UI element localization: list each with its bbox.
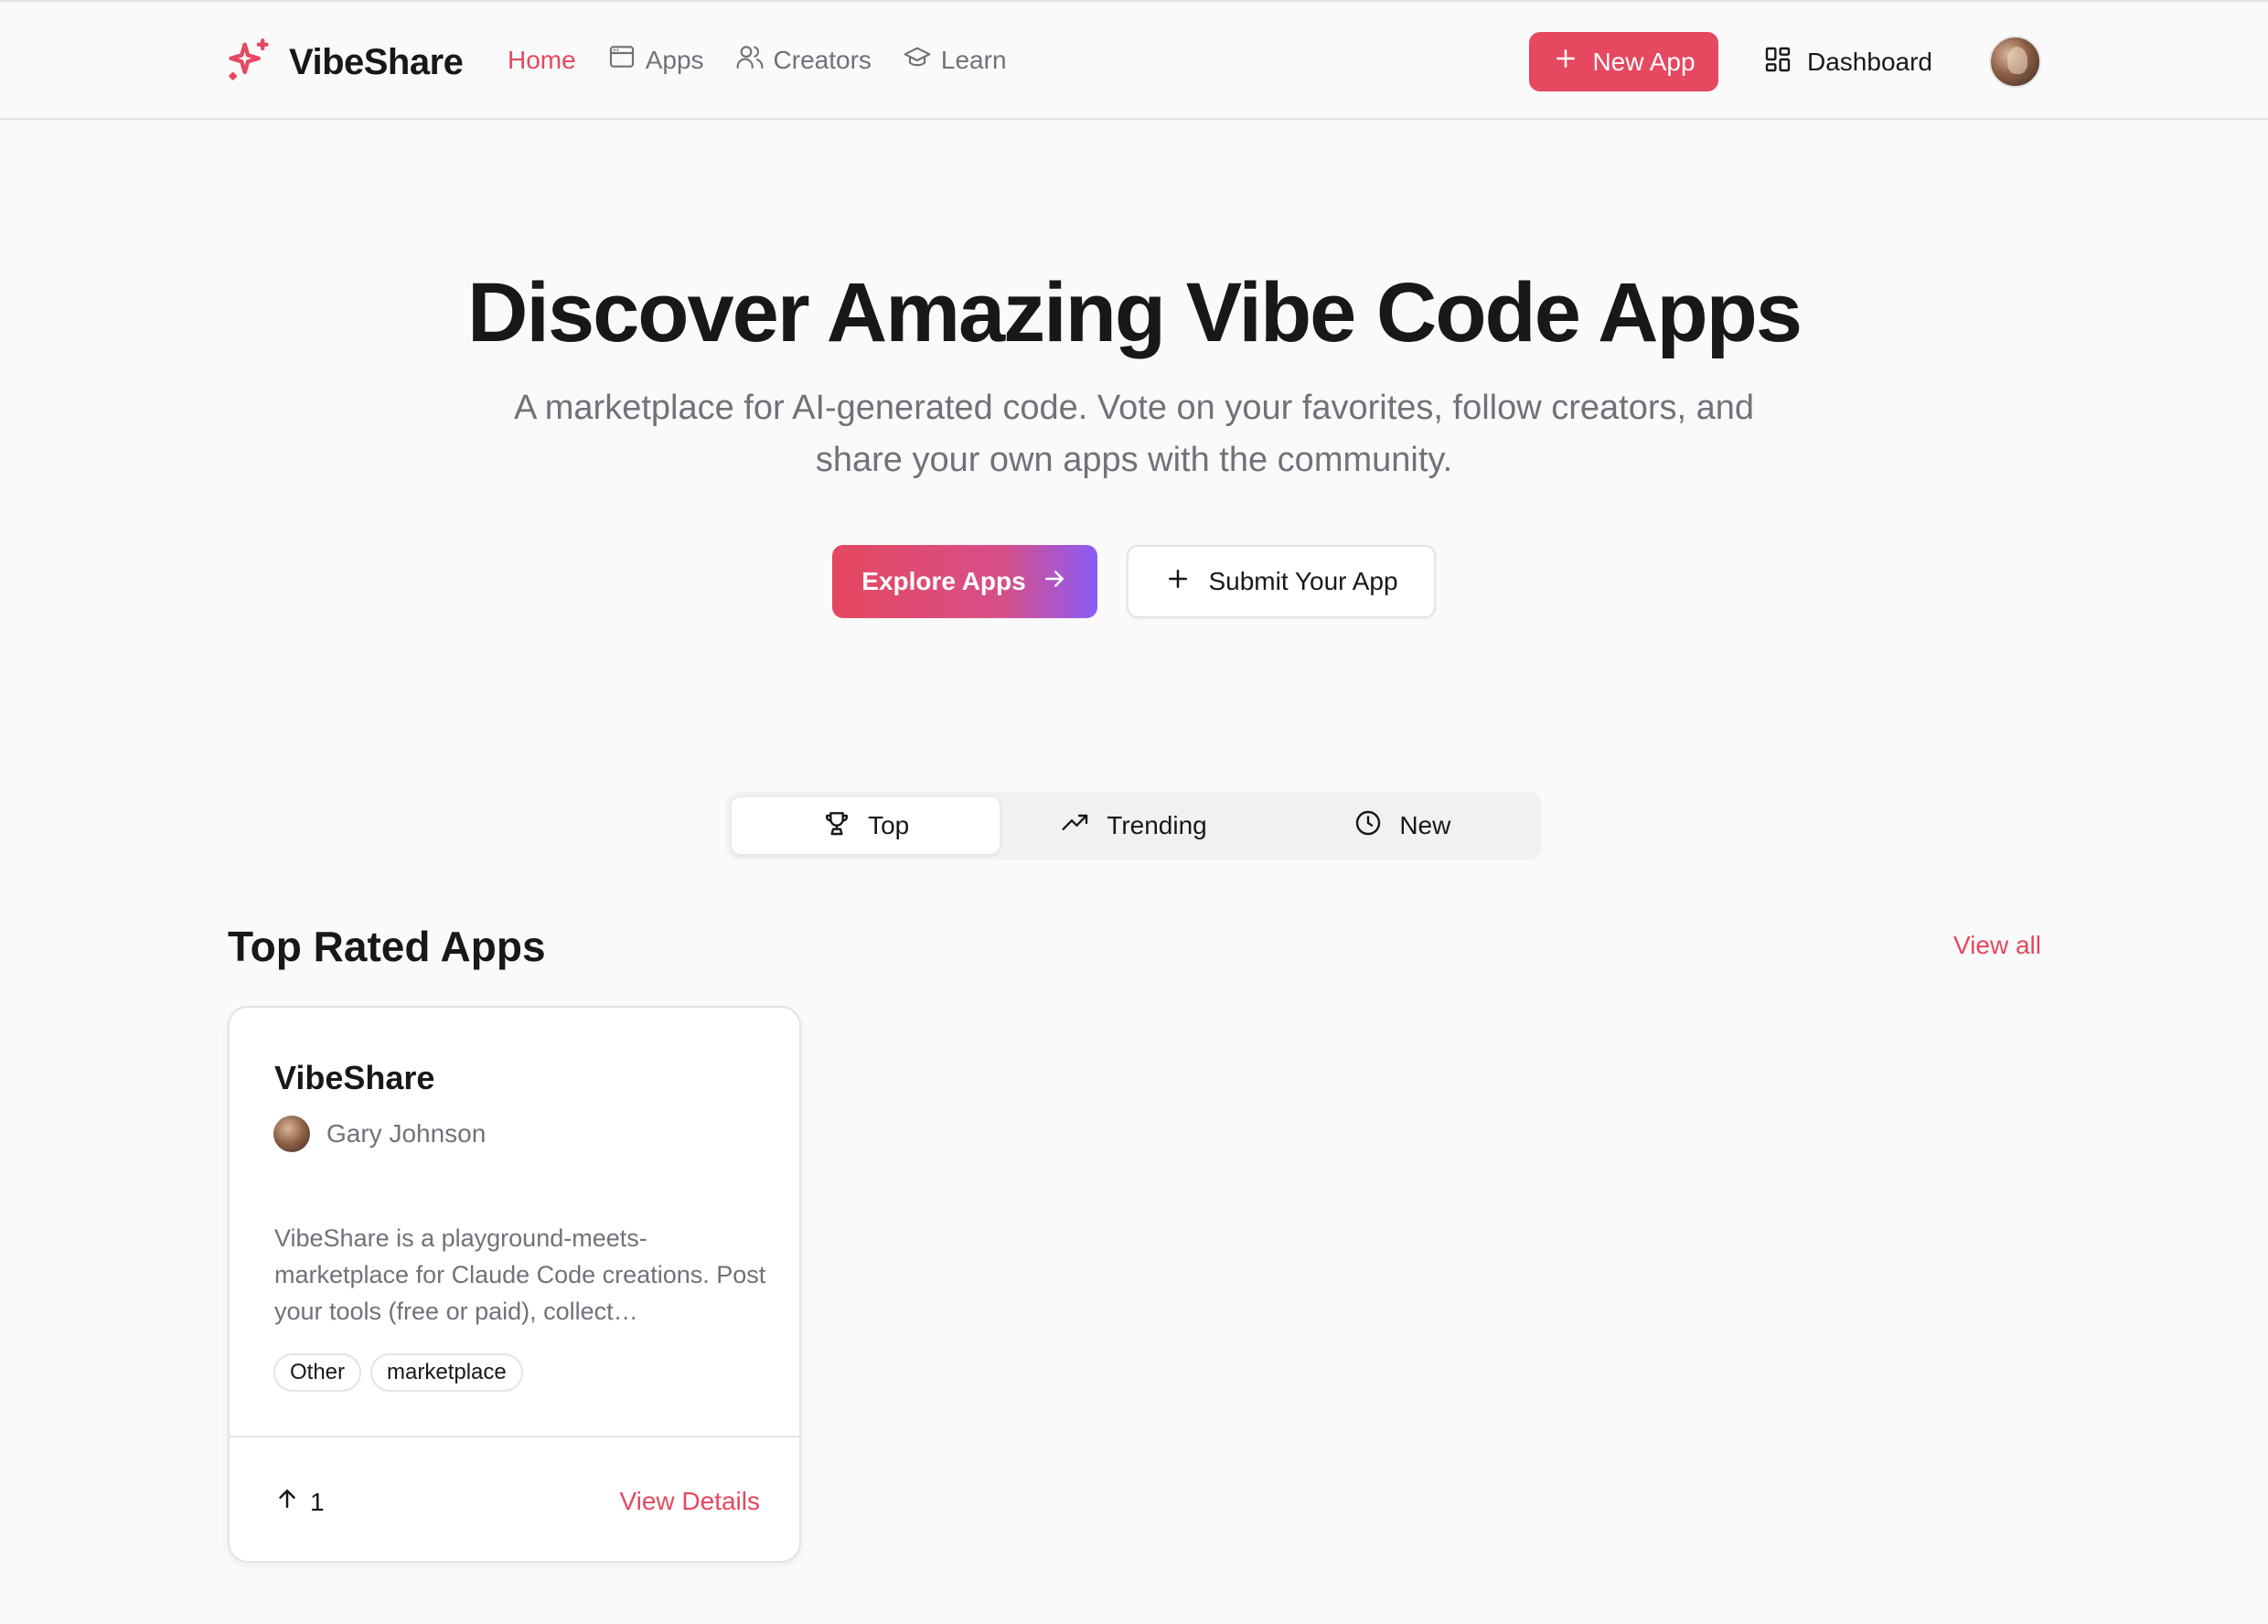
tag-badge[interactable]: marketplace bbox=[370, 1353, 523, 1392]
graduation-cap-icon bbox=[903, 42, 941, 78]
explore-apps-label: Explore Apps bbox=[861, 567, 1026, 595]
plus-icon bbox=[1164, 565, 1208, 599]
top-navbar: VibeShare Home Apps Creators Learn New A… bbox=[0, 0, 2268, 120]
trending-up-icon bbox=[1061, 808, 1107, 844]
nav-apps-label: Apps bbox=[645, 45, 704, 74]
new-app-button[interactable]: New App bbox=[1529, 32, 1718, 91]
app-card-title: VibeShare bbox=[274, 1059, 435, 1096]
submit-app-label: Submit Your App bbox=[1208, 567, 1398, 595]
nav-creators[interactable]: Creators bbox=[735, 42, 872, 78]
nav-home[interactable]: Home bbox=[508, 46, 576, 75]
plus-icon bbox=[1552, 45, 1592, 79]
nav-home-label: Home bbox=[508, 45, 576, 74]
sparkles-icon bbox=[225, 37, 273, 89]
nav-apps[interactable]: Apps bbox=[607, 42, 704, 78]
users-icon bbox=[735, 42, 774, 78]
app-card-tags: Other marketplace bbox=[273, 1353, 532, 1392]
tab-top-label: Top bbox=[868, 811, 910, 839]
explore-apps-button[interactable]: Explore Apps bbox=[832, 545, 1097, 618]
nav-learn-label: Learn bbox=[940, 45, 1007, 74]
vote-count: 1 bbox=[310, 1487, 325, 1516]
view-details-link[interactable]: View Details bbox=[577, 1487, 760, 1516]
hero-title: Discover Amazing Vibe Code Apps bbox=[466, 266, 1803, 359]
app-card-author[interactable]: Gary Johnson bbox=[273, 1116, 486, 1152]
new-app-label: New App bbox=[1592, 47, 1696, 76]
tab-new[interactable]: New bbox=[1268, 797, 1536, 854]
author-avatar bbox=[273, 1116, 310, 1152]
sort-tabs: Top Trending New bbox=[726, 792, 1542, 860]
clock-icon bbox=[1353, 808, 1399, 844]
dashboard-label: Dashboard bbox=[1807, 48, 1932, 76]
submit-app-button[interactable]: Submit Your App bbox=[1127, 545, 1436, 618]
app-card[interactable]: VibeShare Gary Johnson VibeShare is a pl… bbox=[228, 1006, 801, 1563]
upvote-button[interactable]: 1 bbox=[273, 1485, 325, 1519]
tab-top[interactable]: Top bbox=[732, 797, 1000, 854]
view-all-link[interactable]: View all bbox=[1920, 931, 2041, 960]
brand-logo[interactable]: VibeShare bbox=[225, 37, 464, 89]
main-nav: Home Apps Creators Learn bbox=[508, 42, 1038, 78]
brand-name: VibeShare bbox=[289, 42, 464, 82]
tab-new-label: New bbox=[1399, 811, 1451, 839]
hero-subtitle: A marketplace for AI-generated code. Vot… bbox=[513, 389, 1755, 479]
section-title: Top Rated Apps bbox=[228, 923, 546, 970]
tag-badge[interactable]: Other bbox=[273, 1353, 362, 1392]
arrow-up-icon bbox=[273, 1485, 310, 1519]
author-name: Gary Johnson bbox=[326, 1119, 487, 1148]
dashboard-link[interactable]: Dashboard bbox=[1763, 42, 1932, 82]
tab-trending-label: Trending bbox=[1107, 811, 1207, 839]
card-divider bbox=[230, 1436, 799, 1437]
nav-creators-label: Creators bbox=[773, 45, 872, 74]
dashboard-grid-icon bbox=[1763, 45, 1807, 80]
nav-learn[interactable]: Learn bbox=[903, 42, 1007, 78]
app-card-description: VibeShare is a playground-meets-marketpl… bbox=[274, 1224, 766, 1325]
browser-window-icon bbox=[607, 42, 646, 78]
user-avatar[interactable] bbox=[1989, 36, 2041, 88]
tab-trending[interactable]: Trending bbox=[1000, 797, 1268, 854]
trophy-icon bbox=[822, 808, 868, 844]
arrow-right-icon bbox=[1026, 565, 1068, 599]
